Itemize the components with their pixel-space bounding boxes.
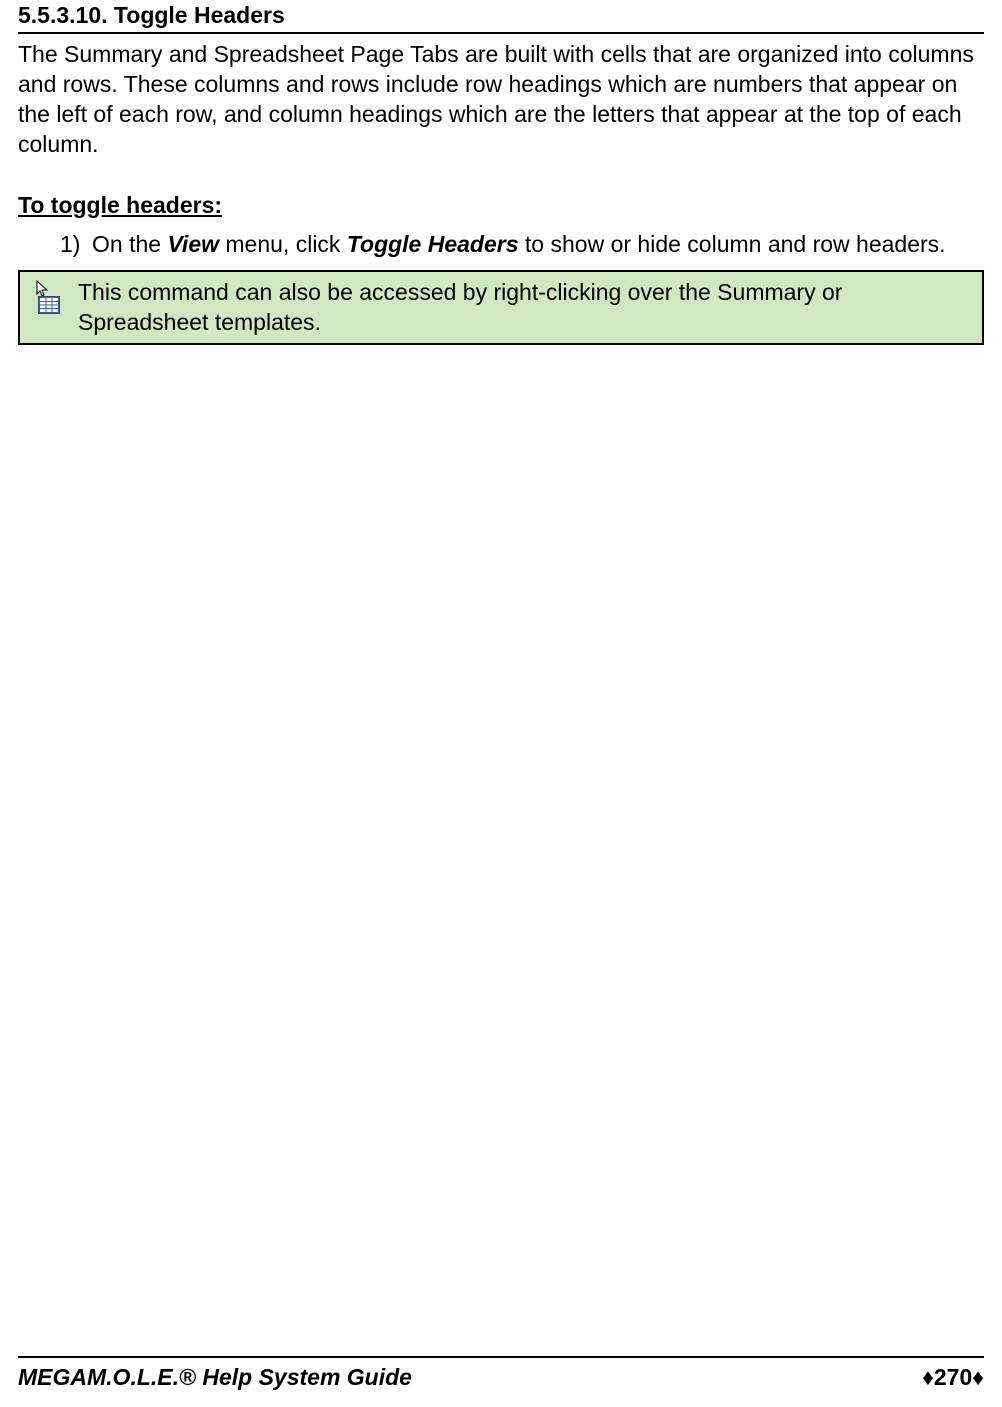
step-text-pre: On the bbox=[92, 231, 167, 257]
note-text: This command can also be accessed by rig… bbox=[78, 278, 972, 338]
procedure-heading: To toggle headers: bbox=[18, 192, 984, 219]
section-number: 5.5.3.10. bbox=[18, 2, 108, 28]
section-title: Toggle Headers bbox=[114, 2, 285, 28]
intro-paragraph: The Summary and Spreadsheet Page Tabs ar… bbox=[18, 34, 984, 160]
footer-title-rest: M.O.L.E.® Help System Guide bbox=[87, 1364, 412, 1390]
step-text-mid: menu, click bbox=[219, 231, 347, 257]
footer-page: ♦270♦ bbox=[922, 1364, 984, 1391]
step-menu-name: View bbox=[167, 231, 219, 257]
page-footer: MEGAM.O.L.E.® Help System Guide ♦270♦ bbox=[18, 1356, 984, 1391]
step-text-post: to show or hide column and row headers. bbox=[519, 231, 946, 257]
step-marker: 1) bbox=[60, 229, 80, 260]
note-box: This command can also be accessed by rig… bbox=[18, 270, 984, 346]
page-number: 270 bbox=[934, 1364, 972, 1390]
footer-title: MEGAM.O.L.E.® Help System Guide bbox=[18, 1364, 412, 1391]
cursor-grid-icon bbox=[30, 278, 66, 326]
footer-title-prefix: MEGA bbox=[18, 1364, 87, 1390]
diamond-icon: ♦ bbox=[922, 1364, 934, 1390]
diamond-icon: ♦ bbox=[972, 1364, 984, 1390]
spreadsheet-icon bbox=[38, 296, 60, 314]
section-heading: 5.5.3.10. Toggle Headers bbox=[18, 0, 984, 34]
step-item: 1) On the View menu, click Toggle Header… bbox=[60, 229, 984, 260]
step-list: 1) On the View menu, click Toggle Header… bbox=[18, 229, 984, 260]
step-command-name: Toggle Headers bbox=[347, 231, 519, 257]
